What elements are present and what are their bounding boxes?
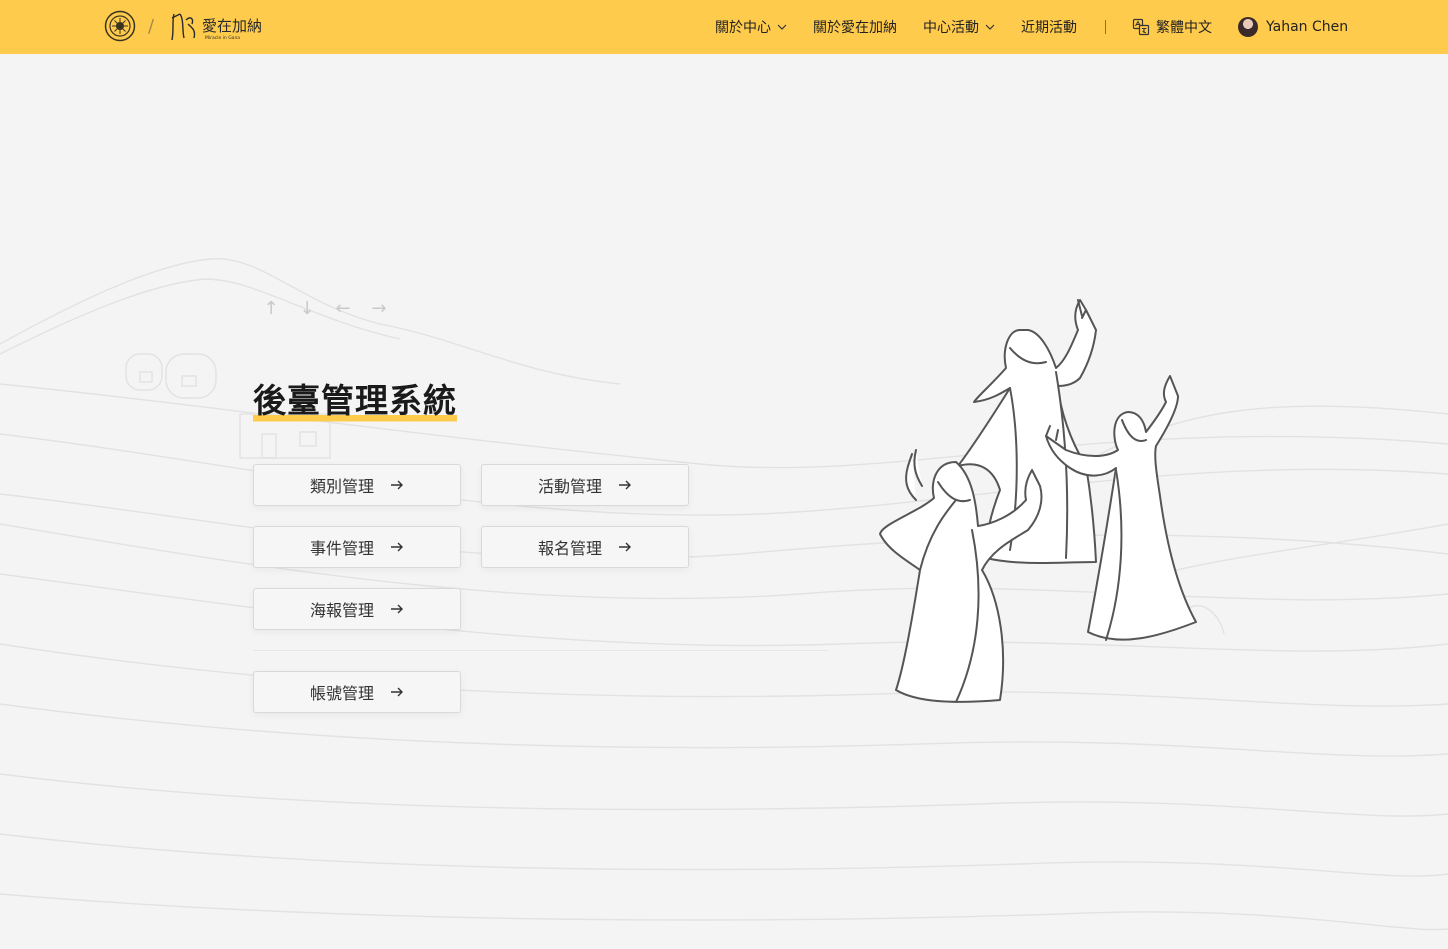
nav-center-activities[interactable]: 中心活動 (923, 17, 995, 37)
arrow-right-icon (391, 687, 403, 697)
card-label: 事件管理 (309, 539, 374, 558)
nav-label: 近期活動 (1021, 20, 1077, 36)
arrow-down-icon: ↓ (299, 298, 315, 319)
card-label: 報名管理 (537, 539, 602, 558)
chevron-down-icon (985, 24, 995, 30)
brand[interactable]: / 愛在加納 Miracle in Gana (104, 9, 262, 43)
registration-management-button[interactable]: 報名管理 (481, 526, 689, 568)
activity-management-button[interactable]: 活動管理 (481, 464, 689, 506)
avatar (1238, 17, 1258, 37)
translate-icon (1132, 18, 1150, 36)
user-menu[interactable]: Yahan Chen (1238, 17, 1348, 37)
logo-subtext: Miracle in Gana (205, 35, 240, 41)
card-label: 活動管理 (537, 477, 602, 496)
chevron-down-icon (777, 24, 787, 30)
card-label: 海報管理 (309, 601, 374, 620)
user-name: Yahan Chen (1266, 19, 1349, 35)
card-label: 帳號管理 (309, 684, 374, 703)
keyboard-hint-arrows: ↑ ↓ ← → (260, 298, 404, 320)
nav-about-center[interactable]: 關於中心 (715, 17, 787, 37)
nav-about-love-in-ghana[interactable]: 關於愛在加納 (813, 17, 897, 37)
language-label: 繁體中文 (1156, 20, 1212, 36)
arrow-right-icon (619, 542, 631, 552)
nav-label: 中心活動 (923, 20, 979, 36)
page-title: 後臺管理系統 (253, 374, 457, 424)
top-navigation-bar: / 愛在加納 Miracle in Gana 關於中心 關於愛在加納 中心活動 … (0, 0, 1448, 54)
main-nav: 關於中心 關於愛在加納 中心活動 近期活動 繁體中文 Yahan Chen (715, 0, 1348, 54)
card-label: 類別管理 (309, 477, 374, 496)
nav-recent-activities[interactable]: 近期活動 (1021, 17, 1077, 37)
dancing-women-illustration (879, 299, 1197, 703)
category-management-button[interactable]: 類別管理 (253, 464, 461, 506)
account-management-button[interactable]: 帳號管理 (253, 671, 461, 713)
nav-label: 關於中心 (715, 20, 771, 36)
section-divider (253, 650, 828, 651)
temple-seal-icon[interactable] (104, 10, 136, 42)
love-in-ghana-logo[interactable]: 愛在加納 Miracle in Gana (168, 10, 262, 42)
arrow-right-icon (391, 480, 403, 490)
arrow-left-icon: ← (335, 298, 351, 319)
language-switcher[interactable]: 繁體中文 (1132, 17, 1212, 37)
nav-label: 關於愛在加納 (813, 20, 897, 36)
arrow-right-icon (619, 480, 631, 490)
arrow-up-icon: ↑ (263, 298, 279, 319)
nav-divider (1105, 20, 1106, 34)
logo-text: 愛在加納 (202, 17, 262, 35)
brand-separator: / (148, 15, 155, 37)
poster-management-button[interactable]: 海報管理 (253, 588, 461, 630)
event-management-button[interactable]: 事件管理 (253, 526, 461, 568)
arrow-right-icon (391, 604, 403, 614)
arrow-right-icon: → (371, 298, 387, 319)
arrow-right-icon (391, 542, 403, 552)
